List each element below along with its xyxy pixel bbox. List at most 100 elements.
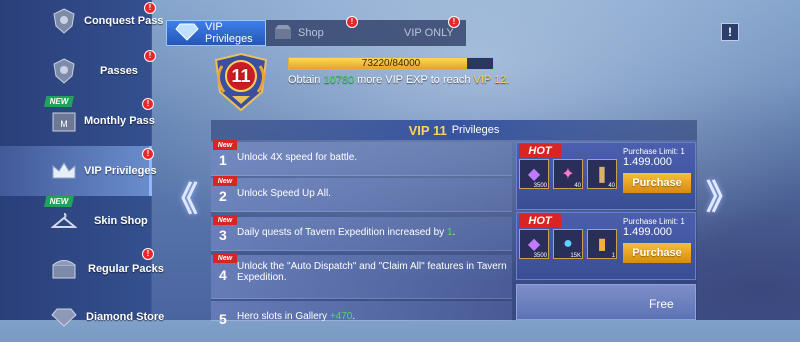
scroll-item: ❚ 40 [587,159,617,189]
item-quantity: 15K [570,253,581,259]
obtain-amount: 10780 [323,74,355,86]
obtain-middle: more VIP EXP to reach [357,74,471,86]
privilege-number: 4 [219,267,227,283]
notification-dot: ! [346,16,358,28]
chest-icon [50,255,78,283]
info-button[interactable]: ! [721,23,739,41]
privilege-row: New 3 Daily quests of Tavern Expedition … [211,215,512,251]
vip-level-number: 11 [231,66,251,86]
offer-price: 1.499.000 [623,226,672,238]
diamond-icon [175,23,199,44]
notification-dot: ! [448,16,460,28]
panel-title-rest: Privileges [451,124,500,136]
helmet-icon [50,57,78,85]
sidebar-item-label: Monthly Pass [84,115,155,127]
vip-exp-progress-text: 73220/84000 [361,58,421,69]
tab-label: VIP ONLY [404,27,454,39]
new-tag: New [213,176,237,186]
sidebar-item-label: Regular Packs [88,263,164,275]
purchase-button[interactable]: Purchase [623,173,691,193]
tab-label: VIP Privileges [205,21,253,45]
tab-bar: VIP Privileges Shop VIP ONLY [166,20,466,46]
sidebar-item-label: Passes [100,65,138,77]
sidebar-item-passes[interactable]: Passes [0,46,152,96]
item-quantity: 40 [608,183,615,189]
notification-dot: ! [144,2,156,14]
notification-dot: ! [142,148,154,160]
hot-tag: HOT [519,214,561,228]
sidebar: Conquest Pass ! Passes ! NEW M Monthly P… [0,0,164,327]
shop-icon [274,24,292,43]
item-quantity: 40 [574,183,581,189]
privilege-row: New 4 Unlock the "Auto Dispatch" and "Cl… [211,253,512,299]
svg-text:M: M [60,119,68,129]
privilege-row: New 2 Unlock Speed Up All. [211,176,512,212]
star-item: ✦ 40 [553,159,583,189]
privilege-text: Unlock 4X speed for battle. [237,152,358,163]
privilege-text-part: . [452,227,456,238]
sidebar-item-label: Skin Shop [94,215,148,227]
sidebar-item-label: Diamond Store [86,311,165,323]
diamond-icon [50,303,78,331]
notification-dot: ! [142,98,154,110]
notification-dot: ! [144,50,156,62]
privilege-row: New 1 Unlock 4X speed for battle. [211,140,512,176]
offer-price: 1.499.000 [623,156,672,168]
sidebar-item-label: Conquest Pass [84,15,164,27]
new-tag: New [213,215,237,225]
sidebar-item-label: VIP Privileges [84,165,157,177]
crown-icon [50,157,78,185]
gem-icon: ◆ [527,236,541,253]
card-item: ▮ 1 [587,229,617,259]
sidebar-item-conquest-pass[interactable]: Conquest Pass [0,0,163,46]
star-icon: ✦ [561,166,575,183]
item-quantity: 3500 [533,183,547,189]
obtain-target: VIP 12. [473,74,510,86]
sidebar-item-regular-packs[interactable]: Regular Packs [0,244,164,294]
privilege-text-part: Hero slots in Gallery [237,311,328,322]
privilege-text: Hero slots in Gallery +470. [237,311,507,322]
sidebar-item-vip-privileges[interactable]: VIP Privileges [0,146,157,196]
offer-card: HOT ◆ 3500 ✦ 40 ❚ 40 Purchase Limit: 1 1… [516,142,696,210]
next-arrow-icon[interactable]: 》 [706,170,740,219]
item-quantity: 3500 [533,253,547,259]
vip-exp-progress-bar: 73220/84000 [288,57,494,70]
privilege-row: 5 Hero slots in Gallery +470. [211,301,512,327]
vip-exp-hint: Obtain 10780 more VIP EXP to reach VIP 1… [288,74,509,86]
orb-icon: ● [563,235,573,252]
privilege-number: 2 [219,188,227,204]
scroll-icon: ❚ [595,166,609,183]
calendar-icon: M [50,107,78,135]
hot-tag: HOT [519,144,561,158]
hanger-icon [50,207,78,235]
privilege-text: Unlock Speed Up All. [237,188,331,199]
new-tag: New [213,253,237,263]
helmet-icon [50,7,78,35]
vip-badge: 11 [210,52,272,114]
tab-vip-privileges[interactable]: VIP Privileges [166,20,266,46]
privilege-number: 5 [219,311,227,327]
privilege-number: 1 [219,152,227,168]
prev-arrow-icon[interactable]: 《 [164,172,198,221]
privilege-value: +470 [329,311,353,322]
purchase-button[interactable]: Purchase [623,243,691,263]
privilege-text: Unlock the "Auto Dispatch" and "Claim Al… [237,261,507,283]
orb-item: ● 15K [553,229,583,259]
gem-item: ◆ 3500 [519,229,549,259]
free-label: Free [649,297,674,311]
free-offer-card[interactable]: Free [516,284,696,320]
sidebar-item-diamond-store[interactable]: Diamond Store [0,292,164,342]
gem-item: ◆ 3500 [519,159,549,189]
new-tag: New [213,140,237,150]
privilege-text: Daily quests of Tavern Expedition increa… [237,227,507,238]
sidebar-item-monthly-pass[interactable]: M Monthly Pass [0,96,155,146]
panel-title-vip: VIP 11 [408,122,447,138]
purchase-limit: Purchase Limit: 1 [623,217,685,226]
purchase-limit: Purchase Limit: 1 [623,147,685,156]
tab-label: Shop [298,27,324,39]
card-icon: ▮ [597,236,607,253]
privileges-panel-header: VIP 11 Privileges [211,120,697,140]
sidebar-item-skin-shop[interactable]: Skin Shop [0,196,152,246]
privilege-text-part: . [352,311,356,322]
notification-dot: ! [142,248,154,260]
